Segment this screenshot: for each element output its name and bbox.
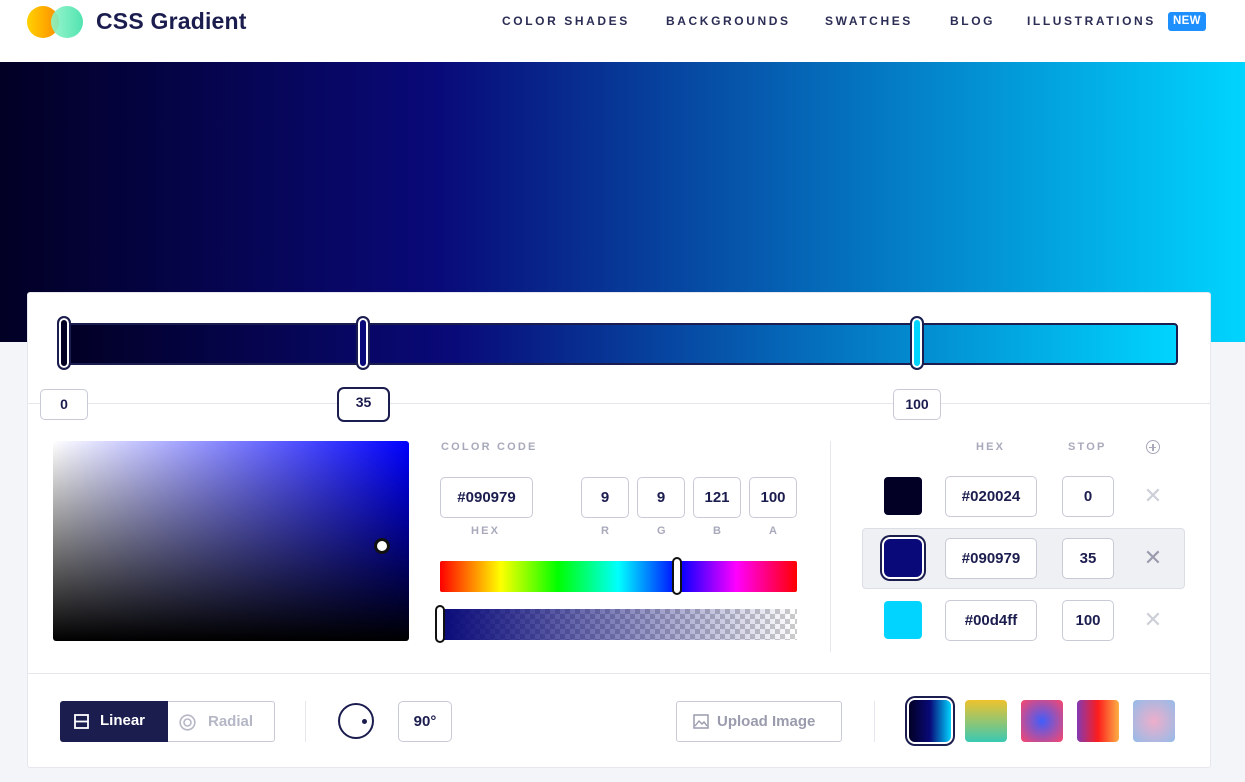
radial-icon [179, 714, 196, 731]
divider [305, 701, 306, 742]
radial-label: Radial [208, 713, 254, 730]
gradient-type-toggle: Linear Radial [60, 701, 275, 742]
remove-stop-icon[interactable]: ✕ [1143, 545, 1163, 571]
preset-gradient[interactable] [965, 700, 1007, 742]
stop-color-swatch[interactable] [884, 477, 922, 515]
add-stop-icon[interactable] [1146, 440, 1160, 454]
a-label: A [769, 525, 780, 537]
nav-backgrounds[interactable]: BACKGROUNDS [666, 14, 791, 28]
preset-gradient-selected[interactable] [909, 700, 951, 742]
stop-handle-100[interactable] [910, 316, 924, 370]
stop-position-field[interactable]: 100 [1062, 600, 1114, 641]
upload-image-label: Upload Image [717, 713, 816, 730]
stop-handle-35[interactable] [356, 316, 370, 370]
stop-column-header: STOP [1068, 441, 1107, 453]
nav-swatches[interactable]: SWATCHES [825, 14, 913, 28]
stop-color-swatch-selected[interactable] [884, 539, 922, 577]
radial-button[interactable]: Radial [168, 702, 275, 741]
r-input[interactable]: 9 [581, 477, 629, 518]
hex-label: HEX [471, 525, 501, 537]
r-label: R [601, 525, 612, 537]
b-label: B [713, 525, 724, 537]
brand-name[interactable]: CSS Gradient [96, 8, 247, 35]
preset-gradient[interactable] [1077, 700, 1119, 742]
hue-slider[interactable] [440, 561, 797, 592]
stop-position-input[interactable]: 100 [893, 389, 941, 420]
divider [28, 673, 1210, 674]
angle-dial-icon[interactable] [338, 703, 374, 739]
site-header: CSS Gradient COLOR SHADES BACKGROUNDS SW… [0, 0, 1245, 62]
divider [28, 403, 1210, 404]
alpha-slider-handle[interactable] [435, 605, 445, 643]
b-input[interactable]: 121 [693, 477, 741, 518]
preset-gradient[interactable] [1021, 700, 1063, 742]
linear-icon [74, 714, 89, 729]
gradient-editor: 0 35 100 COLOR CODE #090979 9 9 121 100 … [27, 292, 1211, 768]
angle-input[interactable]: 90° [398, 701, 452, 742]
stop-position-field[interactable]: 35 [1062, 538, 1114, 579]
nav-blog[interactable]: BLOG [950, 14, 995, 28]
preset-gradient[interactable] [1133, 700, 1175, 742]
stop-handle-0[interactable] [57, 316, 71, 370]
hex-input[interactable]: #090979 [440, 477, 533, 518]
alpha-slider[interactable] [440, 609, 797, 640]
hex-column-header: HEX [976, 441, 1006, 453]
picker-cursor[interactable] [374, 538, 390, 554]
stop-hex-input[interactable]: #090979 [945, 538, 1037, 579]
nav-color-shades[interactable]: COLOR SHADES [502, 14, 630, 28]
logo-icon[interactable] [27, 6, 83, 38]
stop-hex-input[interactable]: #020024 [945, 476, 1037, 517]
image-icon [693, 714, 709, 729]
remove-stop-icon[interactable]: ✕ [1143, 483, 1163, 509]
gradient-slider-track[interactable] [62, 323, 1178, 365]
stop-position-input-active[interactable]: 35 [337, 387, 390, 422]
g-input[interactable]: 9 [637, 477, 685, 518]
g-label: G [657, 525, 668, 537]
color-code-label: COLOR CODE [441, 441, 538, 453]
linear-label: Linear [100, 712, 146, 729]
hue-slider-handle[interactable] [672, 557, 682, 595]
new-badge: NEW [1168, 12, 1206, 31]
stop-position-input[interactable]: 0 [40, 389, 88, 420]
remove-stop-icon[interactable]: ✕ [1143, 607, 1163, 633]
saturation-value-picker[interactable] [53, 441, 409, 641]
divider [874, 701, 875, 742]
nav-illustrations[interactable]: ILLUSTRATIONS [1027, 14, 1156, 28]
divider [830, 441, 831, 652]
stop-color-swatch[interactable] [884, 601, 922, 639]
linear-button[interactable]: Linear [60, 701, 168, 742]
upload-image-button[interactable]: Upload Image [676, 701, 842, 742]
a-input[interactable]: 100 [749, 477, 797, 518]
stop-position-field[interactable]: 0 [1062, 476, 1114, 517]
stop-hex-input[interactable]: #00d4ff [945, 600, 1037, 641]
